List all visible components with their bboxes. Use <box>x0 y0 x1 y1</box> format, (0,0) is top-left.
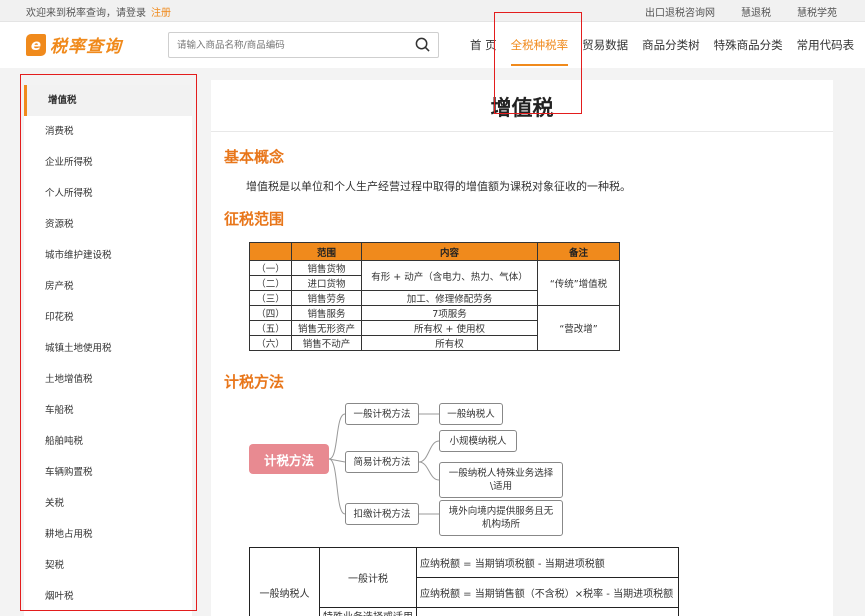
table-cell: 应纳税额 = 当期销项税额 - 当期进项税额 <box>416 547 679 578</box>
register-link[interactable]: 注册 <box>151 4 171 19</box>
mindmap-leaf-small-taxpayer: 小规模纳税人 <box>439 430 517 452</box>
table-cell: （四） <box>249 305 292 321</box>
section-tax-scope: 征税范围 <box>224 210 285 228</box>
formula-table: 一般纳税人 一般计税 应纳税额 = 当期销项税额 - 当期进项税额 应纳税额 =… <box>249 547 679 616</box>
top-bar: 欢迎来到税率查询，请登录 注册 出口退税咨询网 慧退税 慧税学苑 <box>0 0 865 22</box>
table-cell: 销售无形资产 <box>291 320 362 336</box>
table-header <box>249 242 292 261</box>
table-cell: （二） <box>249 275 292 291</box>
table-cell: 一般计税 <box>319 547 417 608</box>
table-cell: （六） <box>249 335 292 351</box>
table-cell: 销售服务 <box>291 305 362 321</box>
top-link-hui-xueyuan[interactable]: 慧税学苑 <box>797 4 837 19</box>
table-cell: 所有权 <box>361 335 538 351</box>
nav-special-products[interactable]: 特殊商品分类 <box>707 22 790 68</box>
table-cell: （五） <box>249 320 292 336</box>
table-header: 范围 <box>291 242 362 261</box>
table-header: 内容 <box>361 242 538 261</box>
mindmap-branch-simple: 简易计税方法 <box>345 451 419 473</box>
mindmap-root: 计税方法 <box>249 444 329 474</box>
top-links: 出口退税咨询网 慧退税 慧税学苑 <box>645 4 837 19</box>
top-link-hui-tuishui[interactable]: 慧退税 <box>741 4 771 19</box>
table-cell: “营改增” <box>537 305 620 351</box>
search-box <box>168 32 439 58</box>
table-header: 备注 <box>537 242 620 261</box>
table-cell: 销售货物 <box>291 260 362 276</box>
mindmap-branch-withholding: 扣缴计税方法 <box>345 503 419 525</box>
logo-icon: e <box>26 33 46 56</box>
search-input[interactable] <box>169 33 399 58</box>
table-cell: 7项服务 <box>361 305 538 321</box>
table-cell: “传统”增值税 <box>537 260 620 306</box>
table-cell: 销售不动产 <box>291 335 362 351</box>
table-row: （四） 销售服务 7项服务 “营改增” <box>249 305 620 351</box>
mindmap-leaf-overseas-service: 境外向境内提供服务且无机构场所 <box>439 500 563 536</box>
welcome-text: 欢迎来到税率查询，请登录 <box>26 8 146 19</box>
table-header-row: 范围 内容 备注 <box>249 242 620 261</box>
table-cell: 特殊业务选择或适用 <box>319 607 417 616</box>
table-cell: （一） <box>249 260 292 276</box>
nav-code-tables[interactable]: 常用代码表 <box>790 22 862 68</box>
main-content: 基本概念 增值税是以单位和个人生产经营过程中取得的增值额为课税对象征收的一种税。… <box>211 106 833 616</box>
logo[interactable]: e 税率查询 <box>26 32 122 57</box>
highlight-box-nav <box>494 12 582 114</box>
scope-table: 范围 内容 备注 （一） 销售货物 有形 + 动产（含电力、热力、气体） “传统… <box>249 242 620 351</box>
header: e 税率查询 首 页 全税种税率 贸易数据 商品分类树 特殊商品分类 常用代码表 <box>0 22 865 68</box>
table-cell: 加工、修理修配劳务 <box>361 290 538 306</box>
logo-text: 税率查询 <box>50 37 122 57</box>
table-cell: 应纳税额 = 当期销售额（不含税）×税率 - 当期进项税额 <box>416 577 679 608</box>
table-cell: 所有权 + 使用权 <box>361 320 538 336</box>
table-cell: 销售劳务 <box>291 290 362 306</box>
table-cell: （三） <box>249 290 292 306</box>
nav-product-tree[interactable]: 商品分类树 <box>635 22 707 68</box>
search-icon[interactable] <box>415 37 430 52</box>
table-cell: 一般纳税人 <box>249 547 320 616</box>
table-cell <box>416 607 679 616</box>
concept-text: 增值税是以单位和个人生产经营过程中取得的增值额为课税对象征收的一种税。 <box>246 180 631 193</box>
table-cell: 进口货物 <box>291 275 362 291</box>
mindmap-leaf-general-taxpayer: 一般纳税人 <box>439 403 503 425</box>
highlight-box-sidebar <box>20 74 197 611</box>
table-row: 一般纳税人 一般计税 应纳税额 = 当期销项税额 - 当期进项税额 <box>249 547 679 616</box>
top-link-export-rebate[interactable]: 出口退税咨询网 <box>645 4 715 19</box>
table-cell: 有形 + 动产（含电力、热力、气体） <box>361 260 538 291</box>
table-row: （一） 销售货物 有形 + 动产（含电力、热力、气体） “传统”增值税 <box>249 260 620 306</box>
section-tax-method: 计税方法 <box>224 373 285 391</box>
mindmap-branch-general: 一般计税方法 <box>345 403 419 425</box>
section-basic-concept: 基本概念 <box>224 148 285 166</box>
mindmap-leaf-special-business: 一般纳税人特殊业务选择\适用 <box>439 462 563 498</box>
nav-trade-data[interactable]: 贸易数据 <box>575 22 635 68</box>
